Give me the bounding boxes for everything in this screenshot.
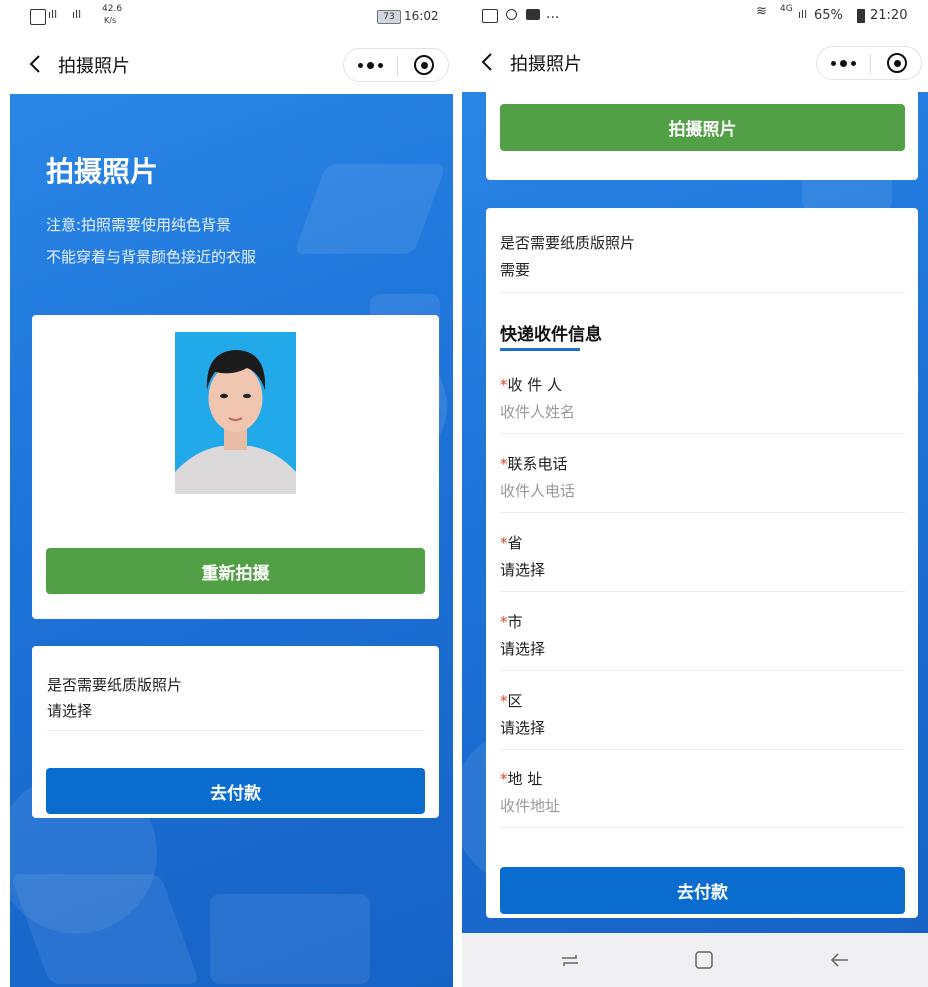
recipient-label-text: 收 件 人 (507, 376, 563, 394)
required-star: * (500, 534, 508, 552)
city-label: *市 (500, 611, 523, 632)
id-photo (175, 332, 296, 494)
city-select[interactable]: 请选择 (500, 638, 545, 659)
province-select[interactable]: 请选择 (500, 559, 545, 580)
divider (47, 730, 425, 731)
phone-label-text: 联系电话 (507, 455, 568, 473)
nav-bar: 拍摄照片 (10, 34, 453, 94)
capsule-menu (816, 46, 922, 80)
close-miniprogram-icon[interactable] (398, 49, 450, 81)
back-icon[interactable] (26, 52, 46, 76)
address-input[interactable]: 收件地址 (500, 795, 560, 816)
home-icon[interactable] (694, 950, 714, 970)
back-icon[interactable] (478, 50, 498, 74)
address-label-text: 地 址 (507, 770, 543, 788)
left-screen: ıll ıll 42.6 K/s 73 16:02 拍摄照片 拍摄照片 注意:拍… (10, 0, 453, 987)
section-underline (500, 348, 580, 351)
android-nav-bar (462, 933, 928, 987)
divider (500, 827, 905, 828)
decor-shape (10, 874, 201, 984)
divider (500, 512, 905, 513)
nav-title: 拍摄照片 (58, 56, 130, 77)
status-time: 16:02 (404, 9, 439, 23)
required-star: * (500, 455, 508, 473)
close-miniprogram-icon[interactable] (871, 47, 923, 79)
capsule-menu (343, 48, 449, 82)
required-star: * (500, 770, 508, 788)
address-label: *地 址 (500, 768, 542, 789)
search-icon (506, 9, 517, 20)
required-star: * (500, 376, 508, 394)
nav-title: 拍摄照片 (510, 54, 582, 75)
status-time: 21:20 (870, 8, 908, 23)
divider (500, 591, 905, 592)
recent-apps-icon[interactable] (560, 950, 580, 970)
province-label: *省 (500, 532, 523, 553)
recipient-name-input[interactable]: 收件人姓名 (500, 401, 575, 422)
divider (500, 670, 905, 671)
right-screen: ... ≋ 4G ıll 65% 21:20 拍摄照片 拍摄照片 是否需要纸质版… (462, 0, 928, 987)
required-star: * (500, 692, 508, 710)
more-icon[interactable] (344, 49, 397, 81)
page-title: 拍摄照片 (46, 155, 159, 188)
district-label: *区 (500, 690, 523, 711)
wifi-icon: ≋ (756, 4, 767, 19)
paper-photo-label: 是否需要纸质版照片 (47, 676, 183, 694)
chat-icon (526, 9, 540, 20)
back-nav-icon[interactable] (830, 950, 850, 970)
portrait-image (175, 332, 296, 494)
required-star: * (500, 613, 508, 631)
recipient-label: *收 件 人 (500, 374, 562, 395)
decor-shape (210, 894, 370, 984)
gallery-icon (482, 9, 498, 23)
signal-icon: ıll (48, 8, 58, 21)
status-dots: ... (546, 6, 560, 22)
district-label-text: 区 (507, 692, 523, 710)
phone-input[interactable]: 收件人电话 (500, 480, 575, 501)
phone-label: *联系电话 (500, 453, 568, 474)
district-select[interactable]: 请选择 (500, 717, 545, 738)
divider (500, 292, 905, 293)
divider (500, 433, 905, 434)
battery-icon: 73 (377, 10, 401, 24)
signal-icon: ıll (798, 8, 808, 21)
more-icon[interactable] (817, 47, 870, 79)
note-line-1: 注意:拍照需要使用纯色背景 (46, 216, 232, 234)
net-speed-unit: K/s (104, 16, 117, 25)
divider (500, 749, 905, 750)
battery-icon (857, 9, 865, 23)
paper-photo-select[interactable]: 请选择 (47, 700, 92, 721)
province-label-text: 省 (507, 534, 523, 552)
section-title: 快递收件信息 (500, 325, 602, 345)
paper-photo-label: 是否需要纸质版照片 (500, 234, 636, 252)
paper-photo-select[interactable]: 需要 (500, 259, 530, 280)
retake-button[interactable]: 重新拍摄 (46, 548, 425, 594)
net-speed: 42.6 (102, 4, 123, 14)
battery-percent: 65% (814, 8, 843, 23)
network-type: 4G (780, 4, 793, 14)
pay-button[interactable]: 去付款 (500, 867, 905, 914)
signal-icon: ıll (72, 8, 82, 21)
pay-button[interactable]: 去付款 (46, 768, 425, 814)
take-photo-button[interactable]: 拍摄照片 (500, 104, 905, 151)
decor-shape (293, 164, 447, 254)
sim-icon (30, 9, 46, 25)
status-bar: ... ≋ 4G ıll 65% 21:20 (462, 0, 928, 34)
note-line-2: 不能穿着与背景颜色接近的衣服 (46, 248, 257, 266)
city-label-text: 市 (507, 613, 523, 631)
status-bar: ıll ıll 42.6 K/s 73 16:02 (10, 0, 453, 34)
